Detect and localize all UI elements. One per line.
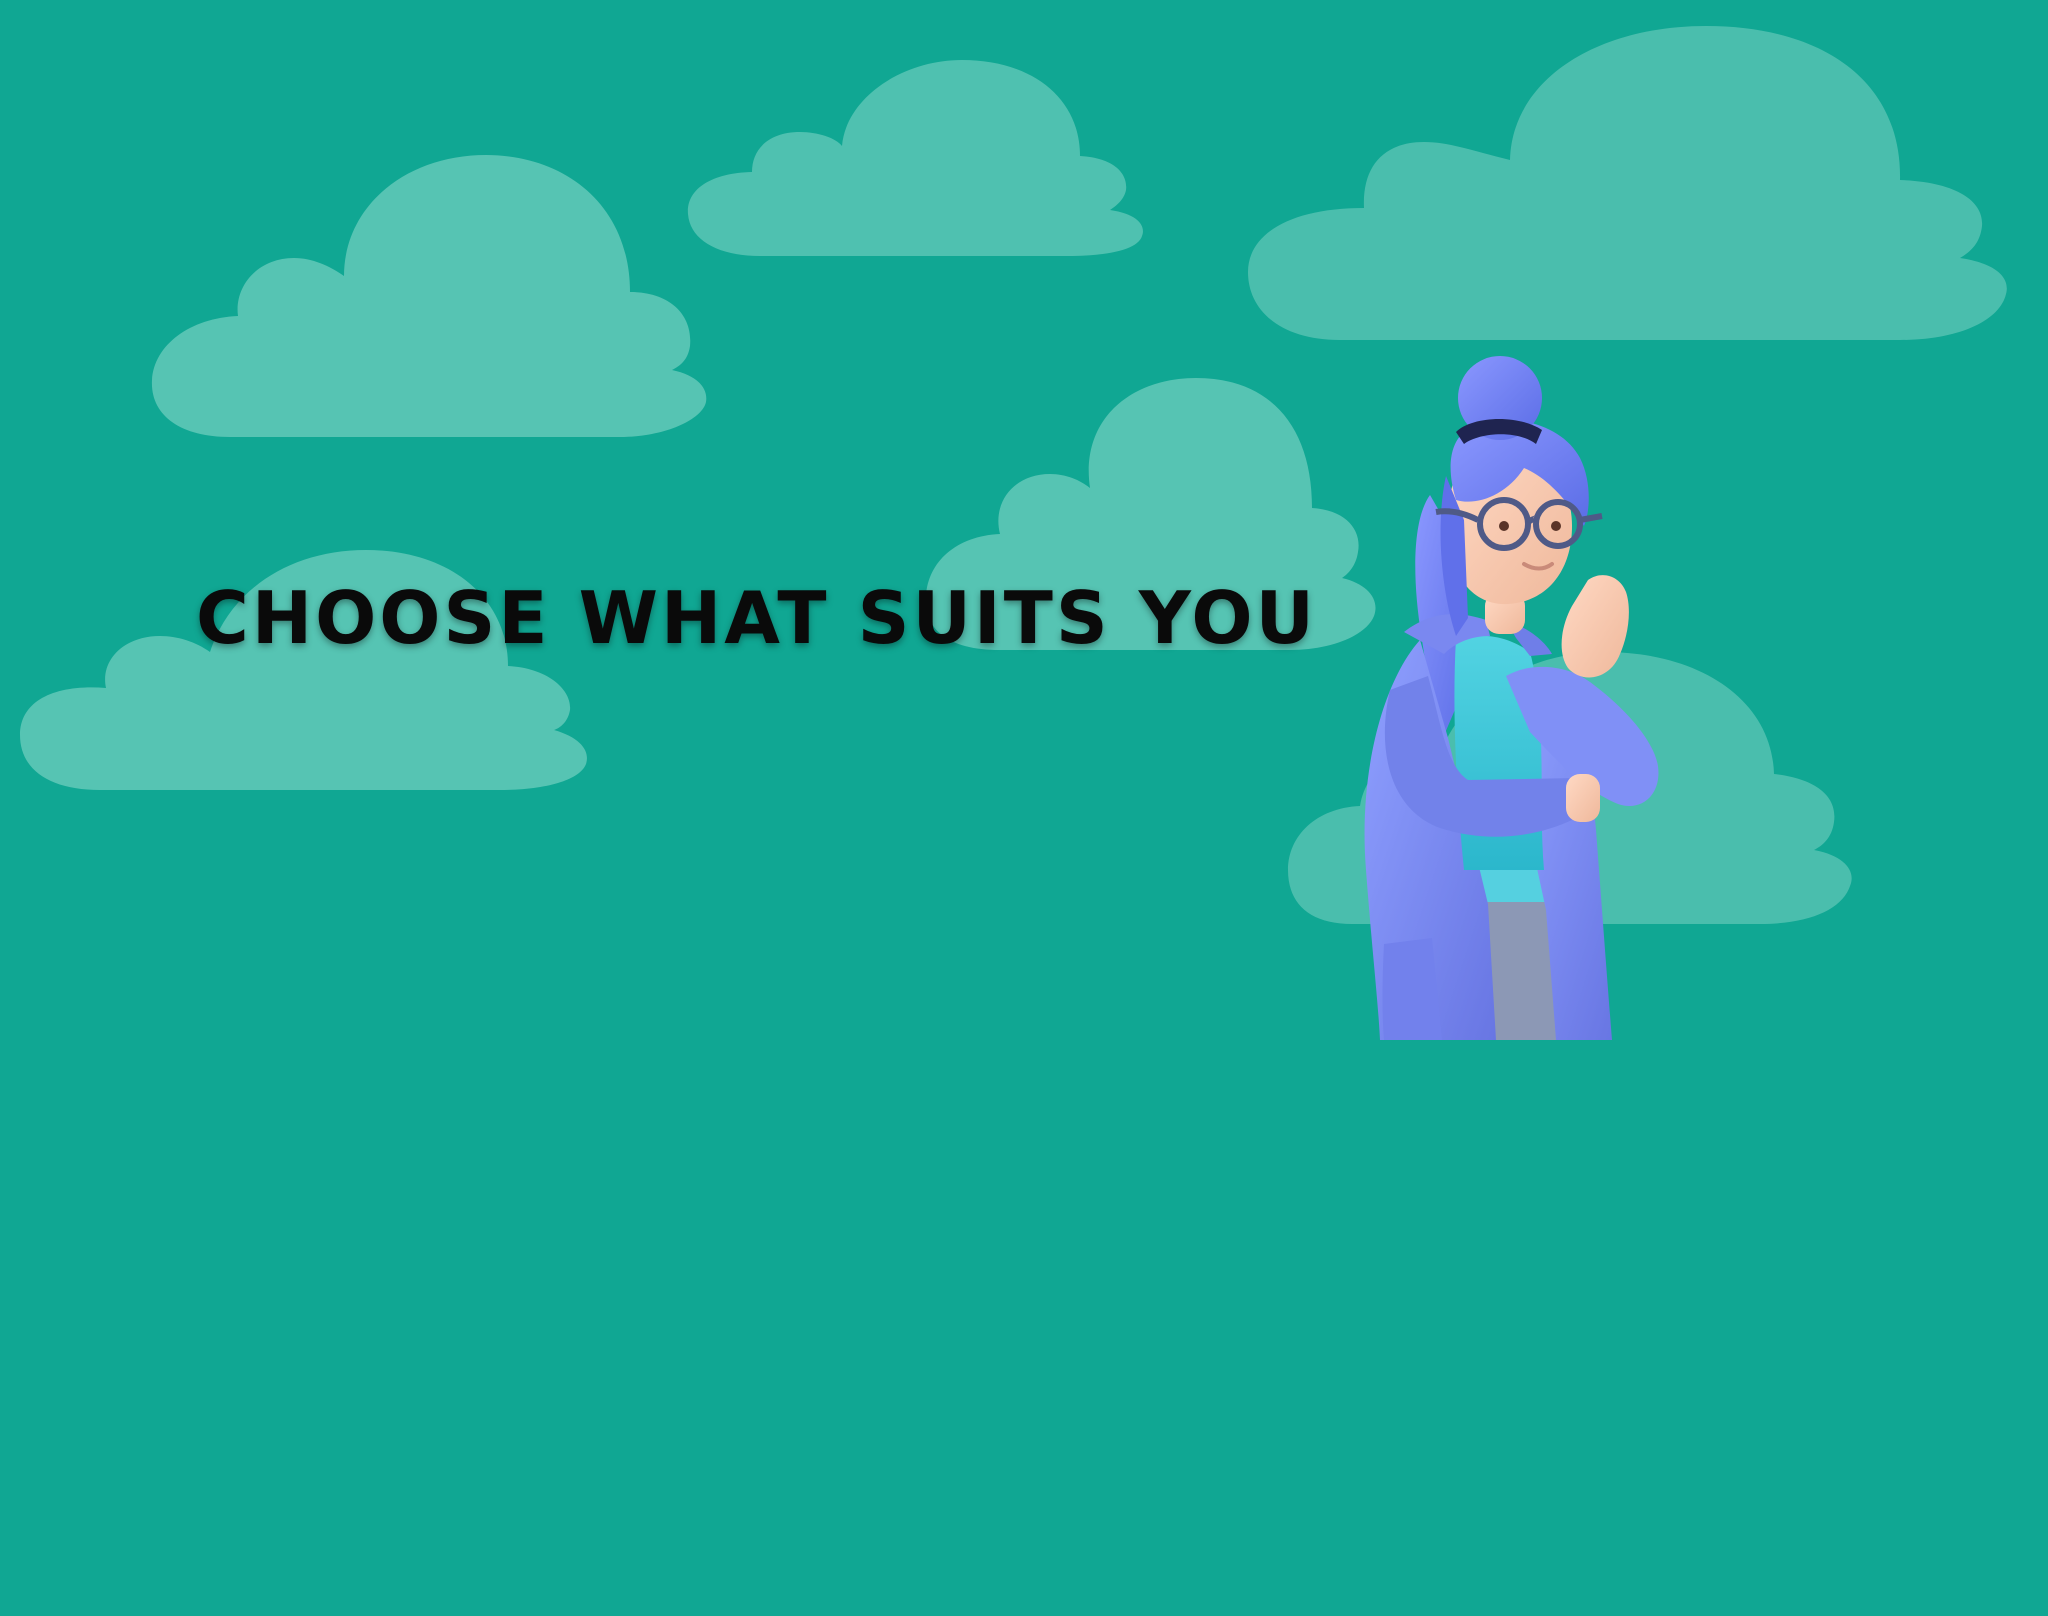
page-title: CHOOSE WHAT SUITS YOU — [196, 576, 1317, 660]
thinking-woman-illustration — [1364, 356, 1659, 1040]
poster-canvas: CHOOSE WHAT SUITS YOU — [0, 0, 2048, 1616]
